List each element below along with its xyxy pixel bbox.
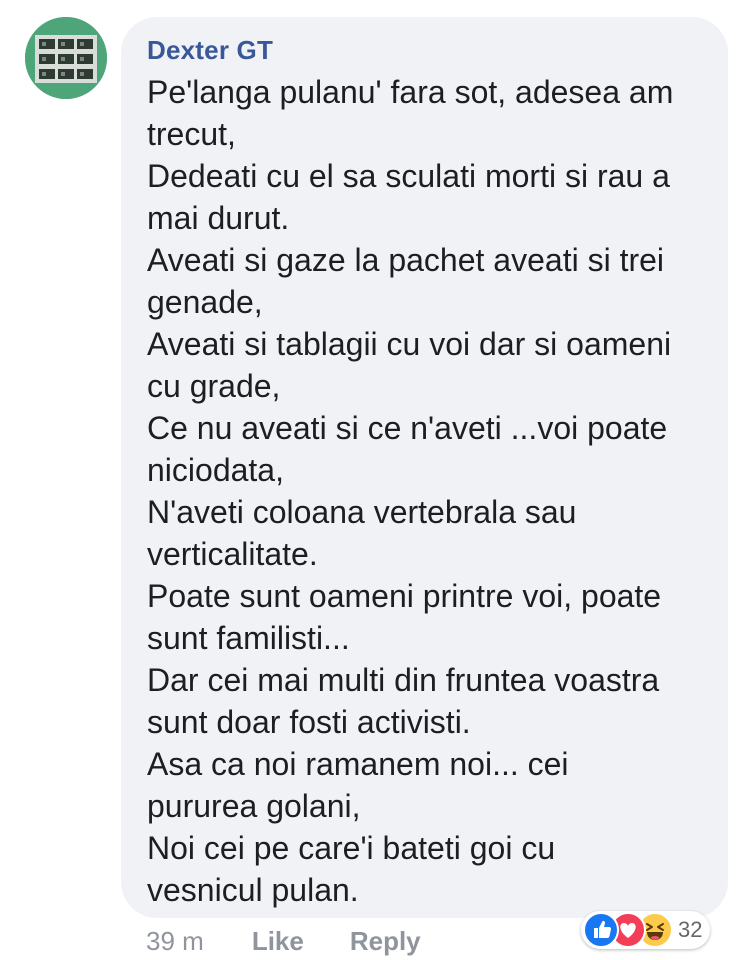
like-button[interactable]: Like bbox=[252, 926, 304, 957]
comment-line: sunt familisti... bbox=[147, 620, 350, 656]
comment-line: cu grade, bbox=[147, 368, 281, 404]
comment-line: Ce nu aveati si ce n'aveti ...voi poate bbox=[147, 410, 668, 446]
reaction-count: 32 bbox=[678, 917, 703, 942]
comment-line: pururea golani, bbox=[147, 788, 361, 824]
comment-line: Aveati si tablagii cu voi dar si oameni bbox=[147, 326, 672, 362]
comment-line: Dedeati cu el sa sculati morti si rau a bbox=[147, 158, 670, 194]
comment-actions: 39 m Like Reply bbox=[146, 924, 467, 958]
comment-line: Dar cei mai multi din fruntea voastra bbox=[147, 662, 660, 698]
reply-button[interactable]: Reply bbox=[350, 926, 421, 957]
comment-line: Asa ca noi ramanem noi... cei bbox=[147, 746, 569, 782]
comment-bubble: Dexter GT Pe'langa pulanu' fara sot, ade… bbox=[121, 17, 728, 918]
comment-line: sunt doar fosti activisti. bbox=[147, 704, 471, 740]
comment-line: Poate sunt oameni printre voi, poate bbox=[147, 578, 662, 614]
comment-text: Pe'langa pulanu' fara sot, adesea am tre… bbox=[147, 71, 728, 911]
comment-author[interactable]: Dexter GT bbox=[147, 34, 728, 66]
comment-line: vesnicul pulan. bbox=[147, 872, 359, 908]
reactions-summary[interactable]: 32 bbox=[581, 911, 711, 949]
like-icon bbox=[583, 912, 619, 948]
comment-line: niciodata, bbox=[147, 452, 284, 488]
comment-line: trecut, bbox=[147, 116, 236, 152]
avatar[interactable] bbox=[25, 17, 107, 99]
comment-line: Noi cei pe care'i bateti goi cu bbox=[147, 830, 556, 866]
comment-line: Pe'langa pulanu' fara sot, adesea am bbox=[147, 74, 674, 110]
comment-line: verticalitate. bbox=[147, 536, 318, 572]
comment-line: genade, bbox=[147, 284, 263, 320]
comment-timestamp[interactable]: 39 m bbox=[146, 926, 204, 957]
comment-line: Aveati si gaze la pachet aveati si trei bbox=[147, 242, 665, 278]
comment-line: N'aveti coloana vertebrala sau bbox=[147, 494, 577, 530]
comment-line: mai durut. bbox=[147, 200, 290, 236]
